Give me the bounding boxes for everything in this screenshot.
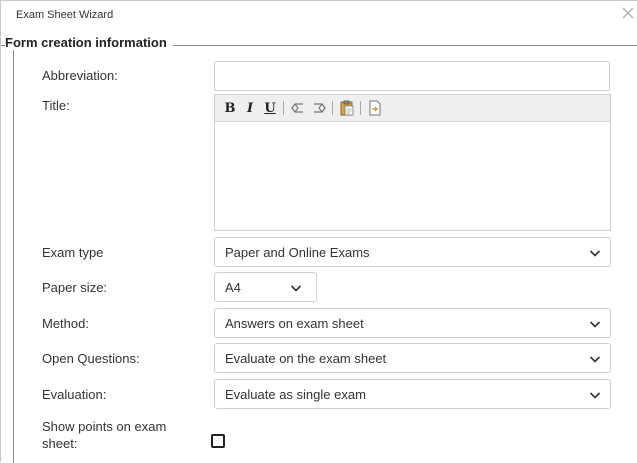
chevron-down-icon: [589, 321, 601, 328]
section-legend-text: Form creation information: [5, 35, 167, 50]
title-editor[interactable]: B I U: [214, 94, 611, 231]
abbreviation-label: Abbreviation:: [42, 68, 118, 83]
toolbar-separator: [332, 101, 333, 115]
show-points-label-line2: sheet:: [42, 436, 78, 451]
close-icon[interactable]: [620, 5, 636, 21]
open-questions-value: Evaluate on the exam sheet: [225, 351, 387, 366]
fieldset-border-left: [13, 45, 14, 463]
toolbar-separator: [360, 101, 361, 115]
method-value: Answers on exam sheet: [225, 316, 364, 331]
evaluation-select[interactable]: Evaluate as single exam: [214, 379, 611, 409]
underline-button[interactable]: U: [261, 99, 279, 117]
title-label: Title:: [42, 98, 70, 113]
italic-button[interactable]: I: [241, 99, 259, 117]
editor-toolbar: B I U: [215, 95, 610, 122]
evaluation-value: Evaluate as single exam: [225, 387, 366, 402]
insert-icon[interactable]: [366, 99, 384, 117]
section-legend: Form creation information: [5, 35, 173, 50]
paper-size-label: Paper size:: [42, 280, 108, 295]
show-points-checkbox[interactable]: [211, 434, 225, 448]
method-label: Method:: [42, 316, 89, 331]
bold-button[interactable]: B: [221, 99, 239, 117]
evaluation-label: Evaluation:: [42, 387, 107, 402]
paper-size-select[interactable]: A4: [214, 272, 317, 302]
open-questions-label: Open Questions:: [42, 351, 140, 366]
paste-icon[interactable]: [338, 99, 356, 117]
exam-type-label: Exam type: [42, 245, 104, 260]
undo-icon[interactable]: [289, 99, 307, 117]
exam-type-select[interactable]: Paper and Online Exams: [214, 237, 611, 267]
exam-type-value: Paper and Online Exams: [225, 245, 370, 260]
paper-size-value: A4: [225, 280, 241, 295]
exam-sheet-wizard-window: Exam Sheet Wizard Form creation informat…: [0, 0, 637, 463]
redo-icon[interactable]: [310, 99, 328, 117]
chevron-down-icon: [290, 285, 302, 292]
chevron-down-icon: [589, 250, 601, 257]
abbreviation-input[interactable]: [214, 61, 610, 91]
title-bar: Exam Sheet Wizard: [1, 1, 637, 29]
method-select[interactable]: Answers on exam sheet: [214, 308, 611, 338]
open-questions-select[interactable]: Evaluate on the exam sheet: [214, 343, 611, 373]
chevron-down-icon: [589, 356, 601, 363]
chevron-down-icon: [589, 392, 601, 399]
toolbar-separator: [283, 101, 284, 115]
show-points-label-line1: Show points on exam: [42, 419, 167, 434]
window-title: Exam Sheet Wizard: [16, 9, 114, 21]
